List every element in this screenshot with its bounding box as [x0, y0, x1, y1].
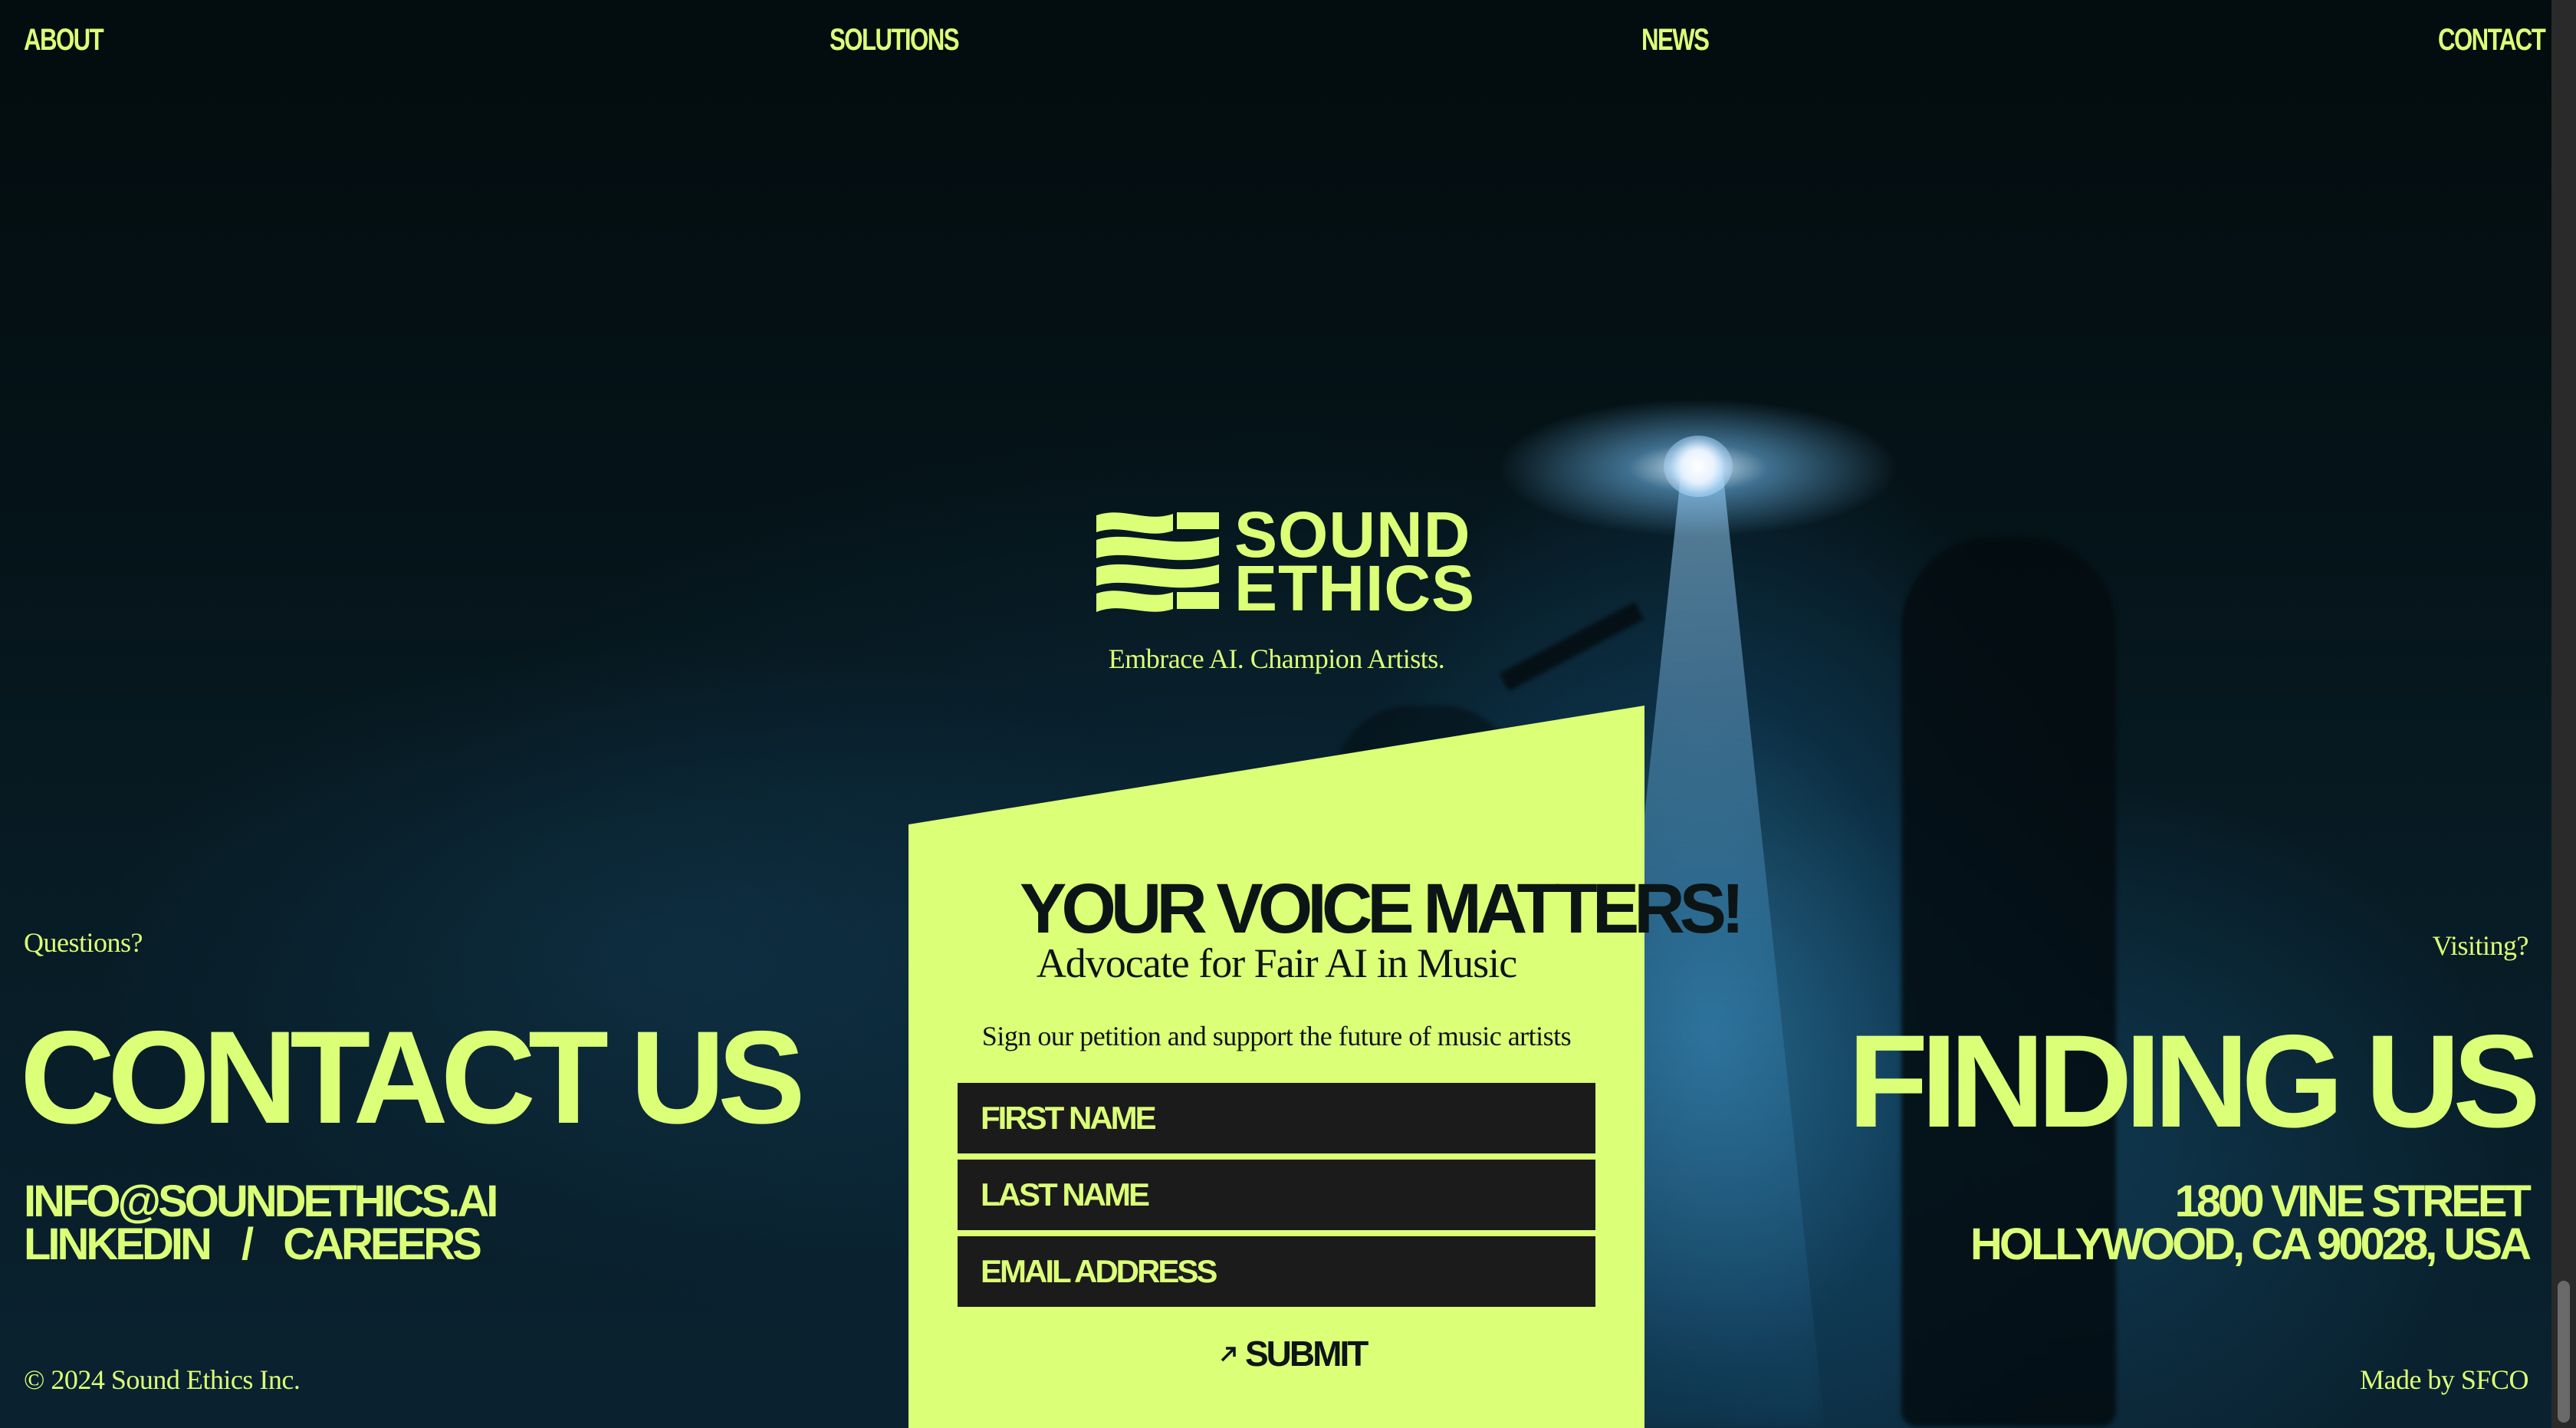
page-scrollbar[interactable] [2551, 0, 2576, 1428]
petition-headline: YOUR VOICE MATTERS! [1020, 870, 1745, 948]
performer-silhouette [1901, 537, 2116, 1426]
address-line-1: 1800 VINE STREET [2174, 1176, 2532, 1226]
linkedin-link[interactable]: LINKEDIN [24, 1219, 212, 1269]
petition-description: Sign our petition and support the future… [981, 1021, 1572, 1051]
contact-email: INFO@SOUNDETHICS.AI [24, 1180, 498, 1224]
link-separator: / [242, 1219, 254, 1269]
submit-button[interactable]: SUBMIT [1219, 1331, 1368, 1377]
scrollbar-thumb[interactable] [2558, 1281, 2570, 1423]
careers-link[interactable]: CAREERS [283, 1219, 482, 1269]
first-name-field[interactable] [958, 1083, 1595, 1153]
copyright: © 2024 Sound Ethics Inc. [24, 1364, 301, 1395]
logo-word-ethics: ETHICS [1234, 552, 1476, 624]
nav-contact[interactable]: CONTACT [2438, 23, 2546, 58]
address-line-2: HOLLYWOOD, CA 90028, USA [1970, 1219, 2532, 1269]
location-title: FINDING US [1848, 1008, 2541, 1155]
nav-news[interactable]: NEWS [1641, 23, 1710, 58]
contact-eyebrow: Questions? [24, 927, 143, 958]
stage-light [1664, 436, 1733, 497]
submit-label: SUBMIT [1245, 1334, 1368, 1374]
nav-about[interactable]: ABOUT [24, 23, 104, 58]
contact-links: LINKEDIN / CAREERS [24, 1222, 482, 1267]
credit-link[interactable]: Made by SFCO [2360, 1364, 2529, 1396]
contact-title: CONTACT US [20, 1004, 806, 1151]
sound-ethics-logo[interactable]: SOUND ETHICS [1092, 502, 1474, 621]
tagline: Embrace AI. Champion Artists. [1108, 643, 1445, 674]
nav-solutions[interactable]: SOLUTIONS [830, 23, 960, 58]
guitar-neck [1499, 601, 1644, 692]
flag-waves-icon [1096, 512, 1219, 612]
arrow-up-right-icon [1221, 1347, 1236, 1362]
last-name-field[interactable] [958, 1160, 1595, 1230]
petition-subhead: Advocate for Fair AI in Music [1036, 940, 1517, 986]
location-eyebrow: Visiting? [2432, 930, 2529, 961]
email-field[interactable] [958, 1236, 1595, 1307]
petition-card [909, 706, 1644, 1428]
